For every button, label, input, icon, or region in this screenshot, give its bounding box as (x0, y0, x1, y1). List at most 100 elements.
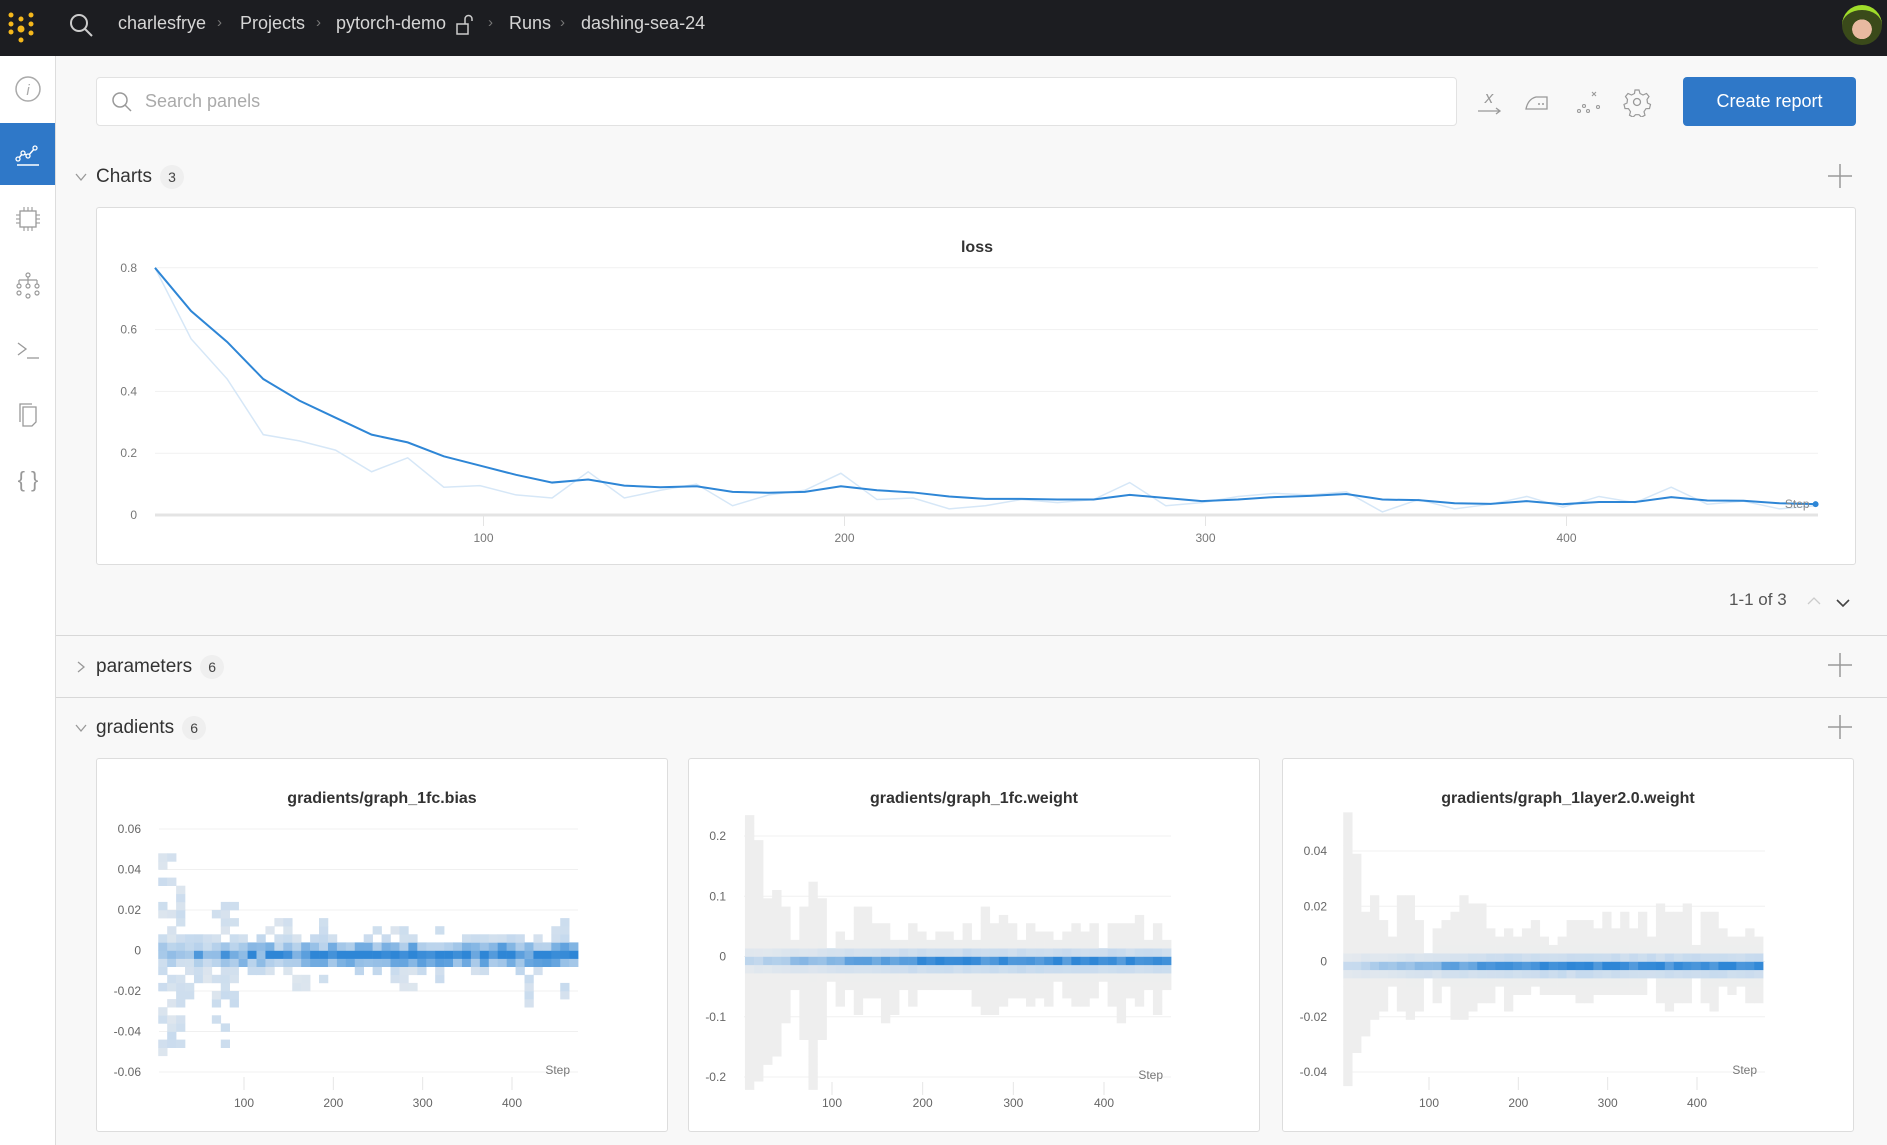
sidebar-item-charts[interactable] (0, 123, 55, 185)
histogram-cell (211, 942, 222, 951)
histogram-cell (1700, 936, 1710, 946)
histogram-cell (1396, 978, 1407, 987)
histogram-cell (763, 1014, 773, 1024)
wandb-logo-icon[interactable] (6, 10, 40, 46)
histogram-cell (1700, 911, 1710, 921)
outliers-button[interactable] (1573, 86, 1605, 118)
create-report-button[interactable]: Create report (1683, 77, 1856, 126)
histogram-cell (1423, 953, 1433, 962)
histogram-cell (772, 981, 782, 991)
sidebar-item-files[interactable] (0, 384, 55, 446)
histogram-cell (1459, 944, 1469, 954)
y-tick-label: 0.02 (118, 903, 142, 917)
loss-chart-panel[interactable]: loss 0 0.2 0.4 0.6 0.8 100 200 300 400 Step (96, 207, 1856, 565)
sidebar-item-overview[interactable]: i (0, 58, 55, 120)
breadcrumb-run[interactable]: dashing-sea-24 (581, 13, 705, 34)
page-up-chevron-icon[interactable] (1806, 594, 1822, 608)
histogram-cell (1575, 920, 1585, 929)
histogram-cell (1143, 939, 1154, 949)
histogram-cell (989, 956, 1000, 966)
histogram-cell (301, 982, 311, 992)
histogram-cell (744, 881, 755, 891)
histogram-cell (1116, 956, 1127, 966)
search-icon[interactable] (68, 12, 96, 40)
add-panel-plus-icon[interactable] (1826, 162, 1854, 190)
histogram-cell (899, 948, 909, 957)
histogram-cell (1459, 895, 1469, 904)
histogram-cell (1664, 911, 1675, 921)
x-tick-label: 100 (473, 531, 493, 545)
histogram-cell (744, 1047, 755, 1057)
histogram-cell (1414, 961, 1424, 971)
histogram-cell (1370, 920, 1380, 929)
histogram-cell (1575, 944, 1585, 954)
histogram-cell (935, 964, 945, 974)
histogram-cell (1602, 920, 1612, 929)
breadcrumb-entity[interactable]: charlesfrye (118, 13, 206, 34)
histogram-cell (1557, 969, 1567, 979)
page-down-chevron-icon[interactable] (1835, 596, 1851, 610)
histogram-cell (1459, 961, 1469, 971)
sidebar-item-system[interactable] (0, 188, 55, 250)
histogram-cell (980, 914, 991, 924)
add-panel-plus-icon[interactable] (1826, 651, 1854, 679)
histogram-cell (1026, 998, 1036, 1007)
histogram-cell (1361, 953, 1371, 962)
histogram-cell (453, 950, 463, 959)
breadcrumb-runs[interactable]: Runs (509, 13, 551, 34)
smoothing-button[interactable] (1521, 86, 1553, 118)
histogram-cell (1053, 964, 1063, 974)
breadcrumb-project[interactable]: pytorch-demo (336, 13, 446, 34)
histogram-cell (1459, 911, 1469, 921)
sidebar-item-artifacts[interactable]: { } (0, 449, 55, 511)
histogram-cell (1370, 969, 1380, 979)
histogram-cell (193, 966, 204, 976)
histogram-panel-fc-bias[interactable]: gradients/graph_1fc.bias 0.06 0.04 0.02 0 -0… (96, 758, 668, 1132)
histogram-cell (808, 989, 818, 999)
histogram-cell (953, 981, 963, 991)
histogram-cell (1432, 953, 1442, 962)
histogram-cell (524, 974, 534, 984)
histogram-cell (176, 885, 186, 895)
histogram-cell (1387, 978, 1398, 987)
files-icon (18, 403, 37, 427)
search-panels-input[interactable] (145, 78, 1435, 125)
settings-button[interactable] (1621, 86, 1653, 118)
add-panel-plus-icon[interactable] (1826, 713, 1854, 741)
histogram-cell (744, 931, 755, 941)
section-header-charts[interactable]: Charts 3 (74, 165, 184, 189)
sidebar-item-model[interactable] (0, 254, 55, 316)
sidebar-item-logs[interactable] (0, 319, 55, 381)
histogram-cell (853, 939, 864, 949)
histogram-cell (390, 950, 400, 959)
histogram-panel-fc-weight[interactable]: gradients/graph_1fc.weight 0.2 0.1 0 -0.1 -0… (688, 758, 1260, 1132)
histogram-cell (935, 931, 945, 941)
histogram-cell (1557, 936, 1567, 946)
histogram-cell (417, 942, 427, 951)
histogram-cell (1593, 961, 1603, 971)
histogram-cell (1071, 923, 1081, 932)
histogram-cell (799, 964, 809, 974)
section-header-parameters[interactable]: parameters 6 (74, 655, 225, 679)
histogram-cell (1611, 936, 1621, 946)
histogram-panel-layer2-weight[interactable]: gradients/graph_1layer2.0.weight 0.04 0.0… (1282, 758, 1854, 1132)
histogram-cell (1539, 953, 1550, 962)
histogram-cell (944, 973, 954, 982)
search-panels-field[interactable] (96, 77, 1457, 126)
histogram-cell (1736, 961, 1746, 971)
unlock-icon[interactable] (455, 14, 475, 36)
histogram-cell (1673, 920, 1684, 929)
user-avatar[interactable] (1842, 5, 1882, 45)
histogram-cell (158, 910, 168, 919)
histogram-cell (497, 950, 507, 959)
histogram-cell (1602, 986, 1612, 995)
histogram-cell (1584, 928, 1594, 937)
x-tick-label: 100 (1419, 1096, 1439, 1110)
histogram-cell (301, 950, 311, 959)
section-header-gradients[interactable]: gradients 6 (74, 716, 207, 740)
histogram-cell (1727, 986, 1737, 995)
histogram-cell (167, 1015, 177, 1024)
breadcrumb-projects[interactable]: Projects (240, 13, 305, 34)
histogram-cell (1361, 911, 1371, 921)
x-axis-button[interactable]: x (1473, 86, 1505, 118)
